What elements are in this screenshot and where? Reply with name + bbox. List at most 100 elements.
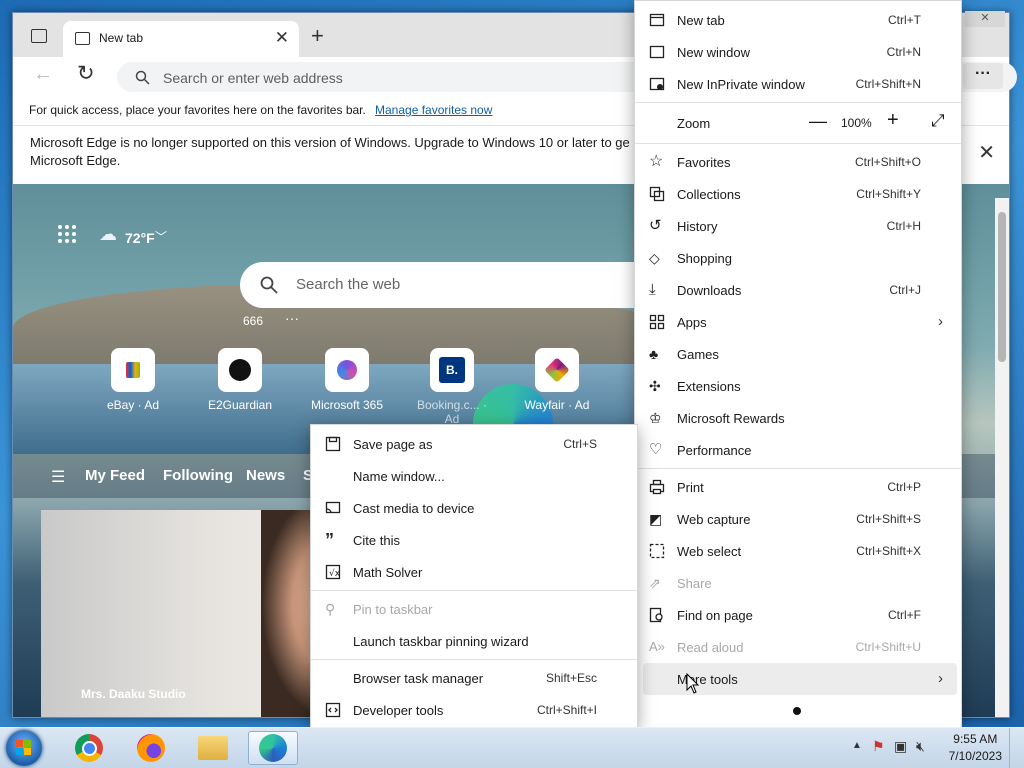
action-center-flag-icon[interactable]: ⚑ bbox=[872, 738, 885, 755]
quick-link-e2guardian[interactable]: E2Guardian bbox=[200, 348, 280, 412]
quick-link-wayfair[interactable]: Wayfair · Ad bbox=[517, 348, 597, 412]
print-icon bbox=[649, 479, 665, 495]
menu-performance[interactable]: ♡ Performance bbox=[635, 434, 961, 466]
show-desktop-button[interactable] bbox=[1009, 728, 1024, 768]
refresh-icon[interactable]: ↻ bbox=[77, 61, 95, 86]
submenu-cast[interactable]: Cast media to device bbox=[311, 492, 637, 524]
apps-icon bbox=[649, 314, 665, 330]
menu-print[interactable]: Print Ctrl+P bbox=[635, 471, 961, 503]
feed-tab-following[interactable]: Following bbox=[163, 467, 233, 484]
menu-downloads[interactable]: ⤓ Downloads Ctrl+J bbox=[635, 274, 961, 306]
history-icon: ↺ bbox=[649, 217, 662, 234]
menu-label: Math Solver bbox=[353, 565, 423, 580]
menu-collections[interactable]: Collections Ctrl+Shift+Y bbox=[635, 178, 961, 210]
quick-link-microsoft365[interactable]: Microsoft 365 bbox=[307, 348, 387, 412]
weather-chevron-icon[interactable]: ﹀ bbox=[155, 228, 167, 245]
submenu-math[interactable]: √x Math Solver bbox=[311, 556, 637, 588]
tray-expand-icon[interactable]: ▲ bbox=[852, 740, 862, 751]
infobar-close-icon[interactable]: ✕ bbox=[978, 143, 995, 163]
feed-card[interactable]: Mrs. Daaku Studio bbox=[41, 510, 381, 717]
submenu-pin-wizard[interactable]: Launch taskbar pinning wizard bbox=[311, 625, 637, 657]
pin-icon: ⚲ bbox=[325, 601, 336, 617]
menu-label: Launch taskbar pinning wizard bbox=[353, 634, 529, 649]
quick-links-more-icon[interactable]: ··· bbox=[285, 310, 299, 326]
menu-shopping[interactable]: ◇ Shopping bbox=[635, 242, 961, 274]
submenu-save-page[interactable]: Save page as Ctrl+S bbox=[311, 428, 637, 460]
taskbar-firefox[interactable] bbox=[126, 731, 176, 765]
mouse-cursor-icon bbox=[686, 673, 700, 694]
menu-separator bbox=[311, 590, 637, 591]
menu-zoom: Zoom — 100% + ⤢ bbox=[635, 107, 961, 139]
menu-new-tab[interactable]: New tab Ctrl+T bbox=[635, 4, 961, 36]
menu-favorites[interactable]: ☆ Favorites Ctrl+Shift+O bbox=[635, 146, 961, 178]
menu-new-window[interactable]: New window Ctrl+N bbox=[635, 36, 961, 68]
collections-icon bbox=[649, 186, 665, 202]
manage-favorites-link[interactable]: Manage favorites now bbox=[375, 103, 492, 117]
menu-rewards[interactable]: ♔ Microsoft Rewards bbox=[635, 402, 961, 434]
fullscreen-icon[interactable]: ⤢ bbox=[931, 111, 945, 131]
close-tab-icon[interactable]: ✕ bbox=[275, 28, 289, 48]
submenu-name-window[interactable]: Name window... bbox=[311, 460, 637, 492]
taskbar-chrome[interactable] bbox=[64, 731, 114, 765]
taskbar: ▲ ⚑ ▣ 🔇︎ 9:55 AM 7/10/2023 bbox=[0, 727, 1024, 768]
menu-shortcut: Ctrl+Shift+X bbox=[856, 544, 921, 558]
quick-link-ebay[interactable]: eBay · Ad bbox=[93, 348, 173, 412]
submenu-task-manager[interactable]: Browser task manager Shift+Esc bbox=[311, 662, 637, 694]
system-clock[interactable]: 9:55 AM 7/10/2023 bbox=[949, 731, 1002, 765]
feed-menu-icon[interactable]: ☰ bbox=[51, 467, 65, 487]
menu-games[interactable]: ♣ Games bbox=[635, 338, 961, 370]
scrollbar-thumb[interactable] bbox=[998, 212, 1006, 362]
rewards-trophy-icon: ♔ bbox=[649, 410, 662, 426]
web-search-box[interactable]: Search the web bbox=[240, 262, 660, 308]
menu-web-select[interactable]: Web select Ctrl+Shift+X bbox=[635, 535, 961, 567]
menu-new-inprivate[interactable]: New InPrivate window Ctrl+Shift+N bbox=[635, 68, 961, 100]
menu-find-on-page[interactable]: Find on page Ctrl+F bbox=[635, 599, 961, 631]
feed-tab-news[interactable]: News bbox=[246, 467, 285, 484]
submenu-dev-tools[interactable]: Developer tools Ctrl+Shift+I bbox=[311, 694, 637, 726]
submenu-cite[interactable]: ” Cite this bbox=[311, 524, 637, 556]
menu-read-aloud: A» Read aloud Ctrl+Shift+U bbox=[635, 631, 961, 663]
settings-more-icon[interactable]: ··· bbox=[963, 63, 1003, 89]
menu-web-capture[interactable]: ◩ Web capture Ctrl+Shift+S bbox=[635, 503, 961, 535]
chevron-right-icon: › bbox=[938, 313, 943, 330]
menu-extensions[interactable]: ✣ Extensions bbox=[635, 370, 961, 402]
start-button[interactable] bbox=[6, 730, 42, 766]
taskbar-edge[interactable] bbox=[248, 731, 298, 765]
menu-shortcut: Ctrl+J bbox=[889, 283, 921, 297]
shopping-tag-icon: ◇ bbox=[649, 250, 660, 266]
cast-icon bbox=[325, 500, 341, 516]
weather-temp[interactable]: 72°F bbox=[125, 230, 155, 246]
tab-actions-icon[interactable] bbox=[31, 29, 47, 43]
menu-scroll-down-icon[interactable] bbox=[793, 707, 801, 715]
menu-history[interactable]: ↺ History Ctrl+H bbox=[635, 210, 961, 242]
extensions-puzzle-icon: ✣ bbox=[649, 378, 661, 394]
window-close-icon[interactable]: ✕ bbox=[965, 11, 1005, 27]
new-tab-icon bbox=[649, 12, 665, 28]
quick-link-label: Wayfair · Ad bbox=[524, 398, 590, 412]
menu-shortcut: Ctrl+Shift+N bbox=[855, 77, 921, 91]
settings-menu: New tab Ctrl+T New window Ctrl+N New InP… bbox=[634, 0, 962, 728]
menu-label: Downloads bbox=[677, 283, 742, 298]
card-caption: Mrs. Daaku Studio bbox=[81, 687, 186, 701]
network-icon[interactable]: ▣ bbox=[894, 738, 907, 755]
menu-label: Web select bbox=[677, 544, 742, 559]
feed-tab-my-feed[interactable]: My Feed bbox=[85, 467, 145, 484]
zoom-in-icon[interactable]: + bbox=[887, 109, 899, 132]
menu-shortcut: Ctrl+S bbox=[563, 437, 597, 451]
page-scrollbar[interactable] bbox=[995, 198, 1009, 717]
menu-label: Print bbox=[677, 480, 704, 495]
menu-apps[interactable]: Apps › bbox=[635, 306, 961, 338]
apps-grid-icon[interactable] bbox=[57, 224, 77, 244]
zoom-out-icon[interactable]: — bbox=[809, 111, 827, 132]
back-icon[interactable]: ← bbox=[33, 63, 53, 86]
menu-shortcut: Ctrl+F bbox=[888, 608, 921, 622]
quick-link-booking[interactable]: B. Booking.c... · Ad bbox=[412, 348, 492, 426]
menu-label: Microsoft Rewards bbox=[677, 411, 785, 426]
menu-label: Save page as bbox=[353, 437, 433, 452]
tab-new-tab[interactable]: New tab ✕ bbox=[63, 21, 299, 57]
new-tab-plus-icon[interactable]: + bbox=[311, 23, 324, 49]
clock-date: 7/10/2023 bbox=[948, 749, 1002, 763]
volume-muted-icon[interactable]: 🔇︎ bbox=[916, 738, 925, 755]
taskbar-explorer[interactable] bbox=[188, 731, 238, 765]
read-aloud-icon: A» bbox=[649, 639, 665, 654]
